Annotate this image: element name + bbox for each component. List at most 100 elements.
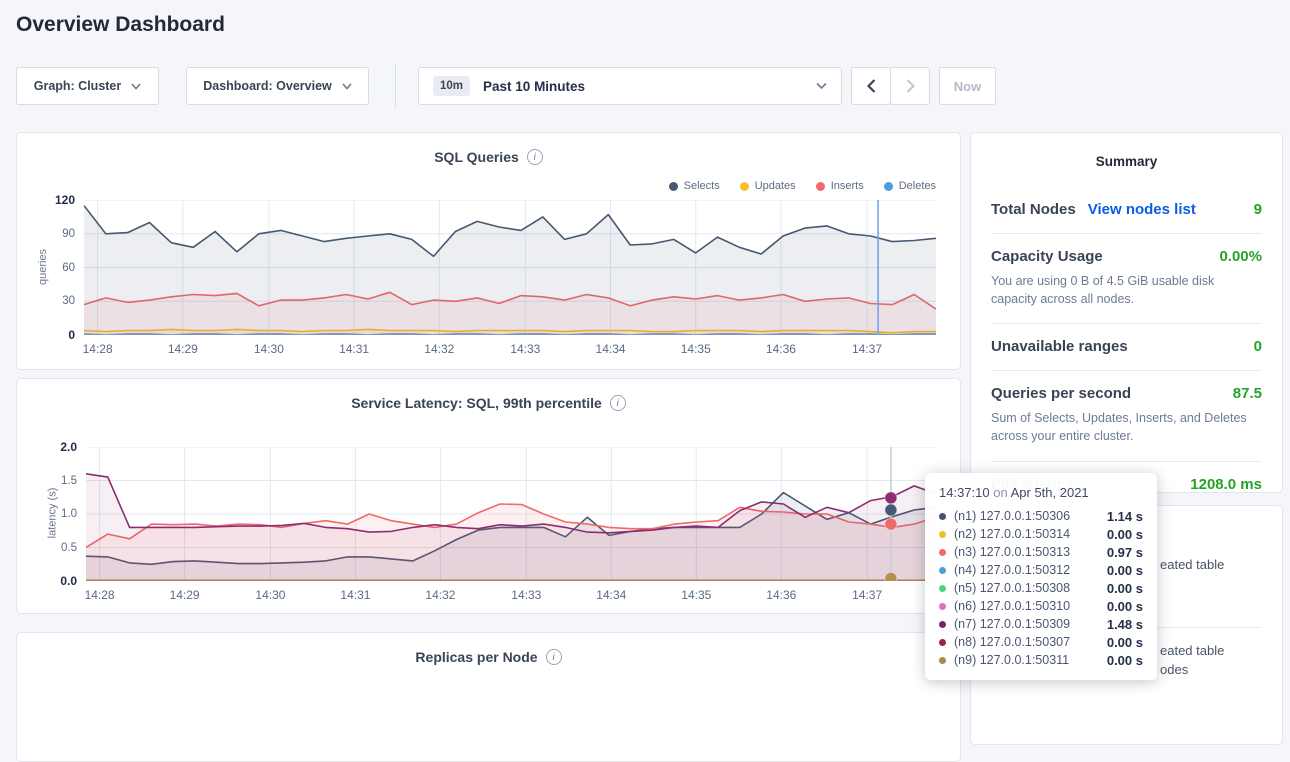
- x-axis-tick-label: 14:31: [340, 588, 370, 602]
- y-axis-tick-label: 1.5: [61, 475, 77, 487]
- time-range-label: Past 10 Minutes: [483, 79, 816, 94]
- node-dot-icon: [939, 513, 946, 520]
- x-axis-tick-label: 14:36: [766, 342, 796, 356]
- legend-item-deletes[interactable]: Deletes: [884, 180, 936, 192]
- legend-item-selects[interactable]: Selects: [669, 180, 720, 192]
- legend-dot-icon: [669, 182, 678, 191]
- tooltip-node-label: (n7) 127.0.0.1:50309: [954, 617, 1099, 631]
- event-item-text[interactable]: eated table: [1160, 643, 1224, 658]
- sql-queries-plot[interactable]: 030609012014:2814:2914:3014:3114:3214:33…: [84, 200, 936, 335]
- tooltip-row: (n9) 127.0.0.1:503110.00 s: [939, 651, 1143, 669]
- y-axis-tick-label: 0: [68, 328, 75, 342]
- tooltip-node-label: (n1) 127.0.0.1:50306: [954, 509, 1099, 523]
- info-icon[interactable]: i: [546, 649, 562, 665]
- summary-title: Summary: [971, 154, 1282, 169]
- summary-value: 87.5: [1233, 385, 1262, 402]
- tooltip-row: (n4) 127.0.0.1:503120.00 s: [939, 561, 1143, 579]
- chevron-down-icon: [131, 83, 141, 90]
- now-button[interactable]: Now: [939, 67, 996, 105]
- summary-label: Capacity Usage: [991, 248, 1103, 265]
- legend-dot-icon: [884, 182, 893, 191]
- summary-value: 1208.0 ms: [1190, 476, 1262, 493]
- tooltip-node-label: (n4) 127.0.0.1:50312: [954, 563, 1099, 577]
- tooltip-row: (n2) 127.0.0.1:503140.00 s: [939, 525, 1143, 543]
- node-dot-icon: [939, 657, 946, 664]
- time-range-badge: 10m: [433, 76, 470, 96]
- chevron-down-icon: [816, 82, 827, 90]
- tooltip-row: (n7) 127.0.0.1:50309 1.48 s: [939, 615, 1143, 633]
- chart-hover-tooltip: 14:37:10 on Apr 5th, 2021 (n1) 127.0.0.1…: [925, 473, 1157, 680]
- y-axis-tick-label: 60: [62, 262, 75, 274]
- x-axis-tick-label: 14:34: [596, 342, 626, 356]
- tooltip-node-label: (n3) 127.0.0.1:50313: [954, 545, 1099, 559]
- event-item-text[interactable]: eated table: [1160, 557, 1224, 572]
- x-axis-tick-label: 14:33: [511, 588, 541, 602]
- summary-panel: Summary Total Nodes View nodes list 9 Ca…: [970, 132, 1283, 493]
- summary-row-total-nodes: Total Nodes View nodes list 9: [991, 187, 1262, 233]
- info-icon[interactable]: i: [527, 149, 543, 165]
- time-prev-button[interactable]: [851, 67, 891, 105]
- summary-row-unavailable-ranges: Unavailable ranges 0: [991, 323, 1262, 370]
- page-title: Overview Dashboard: [16, 13, 225, 37]
- dashboard-dropdown-label: Dashboard: Overview: [203, 79, 332, 93]
- legend-dot-icon: [740, 182, 749, 191]
- time-range-picker[interactable]: 10m Past 10 Minutes: [418, 67, 842, 105]
- event-item-text[interactable]: odes: [1160, 662, 1188, 677]
- tooltip-node-value: 0.00 s: [1107, 581, 1143, 596]
- x-axis-tick-label: 14:36: [766, 588, 796, 602]
- summary-description: You are using 0 B of 4.5 GiB usable disk…: [991, 272, 1262, 308]
- node-dot-icon: [939, 603, 946, 610]
- view-nodes-list-link[interactable]: View nodes list: [1088, 201, 1196, 218]
- summary-label: Total Nodes: [991, 201, 1076, 218]
- summary-label: Queries per second: [991, 385, 1131, 402]
- graph-dropdown[interactable]: Graph: Cluster: [16, 67, 159, 105]
- legend-label: Deletes: [899, 180, 936, 192]
- chart-canvas: [86, 447, 936, 581]
- info-icon[interactable]: i: [610, 395, 626, 411]
- x-axis-tick-label: 14:28: [83, 342, 113, 356]
- tooltip-node-value: 0.00 s: [1107, 653, 1143, 668]
- service-latency-card: Service Latency: SQL, 99th percentile i …: [16, 378, 961, 614]
- summary-label: Unavailable ranges: [991, 338, 1128, 355]
- x-axis-tick-label: 14:30: [254, 342, 284, 356]
- node-dot-icon: [939, 531, 946, 538]
- time-next-button[interactable]: [890, 67, 930, 105]
- legend-item-updates[interactable]: Updates: [740, 180, 796, 192]
- service-latency-plot[interactable]: 0.00.51.01.52.014:2814:2914:3014:3114:32…: [86, 447, 936, 581]
- x-axis-tick-label: 14:32: [424, 342, 454, 356]
- x-axis-tick-label: 14:34: [596, 588, 626, 602]
- replicas-per-node-card: Replicas per Node i: [16, 632, 961, 762]
- tooltip-node-label: (n5) 127.0.0.1:50308: [954, 581, 1099, 595]
- y-axis-tick-label: 2.0: [60, 440, 77, 454]
- summary-value: 0: [1254, 338, 1262, 355]
- node-dot-icon: [939, 567, 946, 574]
- tooltip-node-value: 0.00 s: [1107, 527, 1143, 542]
- dashboard-dropdown[interactable]: Dashboard: Overview: [186, 67, 369, 105]
- y-axis-tick-label: 0.0: [60, 574, 77, 588]
- summary-value: 9: [1254, 201, 1262, 218]
- tooltip-node-value: 1.48 s: [1107, 617, 1143, 632]
- summary-value: 0.00%: [1219, 248, 1262, 265]
- tooltip-row: (n1) 127.0.0.1:503061.14 s: [939, 507, 1143, 525]
- legend-label: Inserts: [831, 180, 864, 192]
- x-axis-tick-label: 14:35: [681, 588, 711, 602]
- legend-dot-icon: [816, 182, 825, 191]
- y-axis-tick-label: 120: [55, 193, 75, 207]
- tooltip-node-label: (n8) 127.0.0.1:50307: [954, 635, 1099, 649]
- x-axis-tick-label: 14:29: [170, 588, 200, 602]
- legend-item-inserts[interactable]: Inserts: [816, 180, 864, 192]
- x-axis-tick-label: 14:29: [168, 342, 198, 356]
- x-axis-tick-label: 14:31: [339, 342, 369, 356]
- sql-queries-card: SQL Queries i SelectsUpdatesInsertsDelet…: [16, 132, 961, 370]
- y-axis-tick-label: 90: [62, 228, 75, 240]
- y-axis-tick-label: 0.5: [61, 542, 77, 554]
- summary-row-capacity-usage: Capacity Usage 0.00% You are using 0 B o…: [991, 233, 1262, 323]
- x-axis-tick-label: 14:28: [85, 588, 115, 602]
- y-axis-title: latency (s): [46, 488, 58, 539]
- tooltip-timestamp: 14:37:10 on Apr 5th, 2021: [939, 485, 1143, 500]
- tooltip-row: (n6) 127.0.0.1:503100.00 s: [939, 597, 1143, 615]
- chevron-down-icon: [342, 83, 352, 90]
- x-axis-tick-label: 14:33: [510, 342, 540, 356]
- service-latency-title: Service Latency: SQL, 99th percentile i: [17, 395, 960, 411]
- tooltip-node-value: 0.00 s: [1107, 635, 1143, 650]
